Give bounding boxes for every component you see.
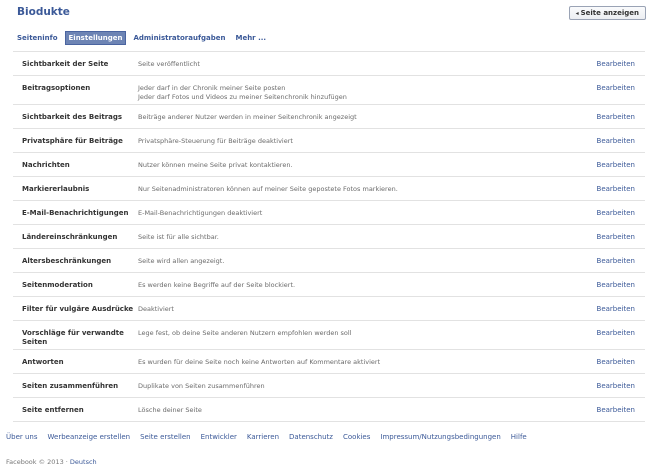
setting-value: Lösche deiner Seite [136, 406, 645, 415]
setting-label: Seiten zusammenführen [22, 382, 119, 390]
settings-row: Ländereinschränkungen Seite ist für alle … [13, 225, 645, 249]
setting-value-line: Nutzer können meine Seite privat kontakt… [138, 161, 293, 169]
tab-3[interactable]: Mehr ... [232, 32, 269, 44]
setting-value-line: Jeder darf in der Chronik meiner Seite p… [138, 84, 286, 92]
footer-link[interactable]: Werbeanzeige erstellen [48, 433, 131, 441]
footer-link[interactable]: Über uns [6, 433, 38, 441]
edit-link[interactable]: Bearbeiten [597, 329, 635, 337]
setting-value: Es werden keine Begriffe auf der Seite b… [136, 281, 645, 290]
settings-row: Antworten Es wurden für deine Seite noch … [13, 350, 645, 374]
edit-link[interactable]: Bearbeiten [597, 358, 635, 366]
edit-link[interactable]: Bearbeiten [597, 233, 635, 241]
setting-value: Lege fest, ob deine Seite anderen Nutzer… [136, 329, 645, 338]
settings-row: E-Mail-Benachrichtigungen E-Mail-Benachri… [13, 201, 645, 225]
setting-value: Seite wird allen angezeigt. [136, 257, 645, 266]
setting-value-line: Beiträge anderer Nutzer werden in meiner… [138, 113, 357, 121]
setting-value-line: Seite ist für alle sichtbar. [138, 233, 219, 241]
setting-label: Filter für vulgäre Ausdrücke [22, 305, 134, 313]
setting-value-line: Seite wird allen angezeigt. [138, 257, 225, 265]
setting-value-line: Jeder darf Fotos und Videos zu meiner Se… [138, 93, 347, 101]
settings-tabs: Seiteninfo Einstellungen Administratoraufg… [17, 31, 273, 45]
edit-link[interactable]: Bearbeiten [597, 257, 635, 265]
setting-label: Sichtbarkeit der Seite [22, 60, 109, 68]
setting-label: Sichtbarkeit des Beitrags [22, 113, 123, 121]
settings-row: Seite entfernen Lösche deiner Seite Bearbe… [13, 398, 645, 422]
settings-row: Sichtbarkeit der Seite Seite veröffentlic… [13, 52, 645, 76]
footer-link[interactable]: Seite erstellen [140, 433, 191, 441]
tab-1[interactable]: Einstellungen [64, 31, 127, 45]
settings-row: Vorschläge für verwandte Seiten Lege fest… [13, 321, 645, 350]
setting-label: Seite entfernen [22, 406, 84, 414]
settings-row: Markiererlaubnis Nur Seitenadministratore… [13, 177, 645, 201]
settings-row: Nachrichten Nutzer können meine Seite pri… [13, 153, 645, 177]
setting-value: E-Mail-Benachrichtigungen deaktiviert [136, 209, 645, 218]
setting-label: Ländereinschränkungen [22, 233, 118, 241]
setting-value-line: E-Mail-Benachrichtigungen deaktiviert [138, 209, 263, 217]
page-title: Biodukte [17, 6, 70, 18]
view-page-button[interactable]: ◂ Seite anzeigen [568, 6, 646, 20]
footer-link[interactable]: Cookies [343, 433, 370, 441]
edit-link[interactable]: Bearbeiten [597, 209, 635, 217]
setting-value: Seite ist für alle sichtbar. [136, 233, 645, 242]
setting-value: Duplikate von Seiten zusammenführen [136, 382, 645, 391]
footer-link[interactable]: Karrieren [247, 433, 279, 441]
settings-row: Beitragsoptionen Jeder darf in der Chroni… [13, 76, 645, 105]
footer-link[interactable]: Impressum/Nutzungsbedingungen [380, 433, 500, 441]
setting-value: Seite veröffentlicht [136, 60, 645, 69]
arrow-left-icon: ◂ [575, 10, 579, 17]
setting-value-line: Nur Seitenadministratoren können auf mei… [138, 185, 398, 193]
language-link[interactable]: Deutsch [70, 458, 97, 466]
edit-link[interactable]: Bearbeiten [597, 406, 635, 414]
setting-label: Beitragsoptionen [22, 84, 91, 92]
setting-label: Privatsphäre für Beiträge [22, 137, 123, 145]
edit-link[interactable]: Bearbeiten [597, 281, 635, 289]
setting-value-line: Privatsphäre-Steuerung für Beiträge deak… [138, 137, 293, 145]
settings-row: Filter für vulgäre Ausdrücke Deaktiviert B… [13, 297, 645, 321]
footer-link[interactable]: Datenschutz [289, 433, 333, 441]
edit-link[interactable]: Bearbeiten [597, 185, 635, 193]
edit-link[interactable]: Bearbeiten [597, 382, 635, 390]
edit-link[interactable]: Bearbeiten [597, 305, 635, 313]
setting-value-line: Lege fest, ob deine Seite anderen Nutzer… [138, 329, 352, 337]
settings-row: Altersbeschränkungen Seite wird allen ang… [13, 249, 645, 273]
setting-value-line: Es werden keine Begriffe auf der Seite b… [138, 281, 296, 289]
setting-value: Es wurden für deine Seite noch keine Ant… [136, 358, 645, 367]
footer-link[interactable]: Hilfe [511, 433, 527, 441]
setting-value-line: Duplikate von Seiten zusammenführen [138, 382, 265, 390]
setting-value: Jeder darf in der Chronik meiner Seite p… [136, 84, 645, 102]
footer-links: Über uns Werbeanzeige erstellen Seite erst… [6, 433, 537, 441]
settings-row: Seitenmoderation Es werden keine Begriffe… [13, 273, 645, 297]
setting-label: Markiererlaubnis [22, 185, 90, 193]
setting-value-line: Deaktiviert [138, 305, 174, 313]
tab-0[interactable]: Seiteninfo [17, 32, 61, 44]
tab-2[interactable]: Administratoraufgaben [130, 32, 228, 44]
settings-row: Seiten zusammenführen Duplikate von Seite… [13, 374, 645, 398]
setting-value-line: Es wurden für deine Seite noch keine Ant… [138, 358, 381, 366]
edit-link[interactable]: Bearbeiten [597, 84, 635, 92]
settings-row: Sichtbarkeit des Beitrags Beiträge andere… [13, 105, 645, 129]
setting-value: Deaktiviert [136, 305, 645, 314]
setting-label: Seitenmoderation [22, 281, 93, 289]
edit-link[interactable]: Bearbeiten [597, 113, 635, 121]
setting-label: Vorschläge für verwandte Seiten [22, 329, 124, 346]
view-page-label: Seite anzeigen [580, 9, 639, 17]
copyright-text: Facebook © 2013 · [6, 458, 70, 466]
footer-link[interactable]: Entwickler [201, 433, 237, 441]
copyright: Facebook © 2013 · Deutsch [6, 458, 97, 466]
settings-row: Privatsphäre für Beiträge Privatsphäre-St… [13, 129, 645, 153]
setting-label: Nachrichten [22, 161, 70, 169]
setting-label: Antworten [22, 358, 64, 366]
setting-value: Nur Seitenadministratoren können auf mei… [136, 185, 645, 194]
edit-link[interactable]: Bearbeiten [597, 161, 635, 169]
edit-link[interactable]: Bearbeiten [597, 60, 635, 68]
setting-value: Nutzer können meine Seite privat kontakt… [136, 161, 645, 170]
setting-value-line: Seite veröffentlicht [138, 60, 200, 68]
edit-link[interactable]: Bearbeiten [597, 137, 635, 145]
setting-value: Privatsphäre-Steuerung für Beiträge deak… [136, 137, 645, 146]
settings-list: Sichtbarkeit der Seite Seite veröffentlic… [13, 51, 645, 422]
setting-value: Beiträge anderer Nutzer werden in meiner… [136, 113, 645, 122]
setting-label: E-Mail-Benachrichtigungen [22, 209, 129, 217]
setting-value-line: Lösche deiner Seite [138, 406, 202, 414]
setting-label: Altersbeschränkungen [22, 257, 112, 265]
